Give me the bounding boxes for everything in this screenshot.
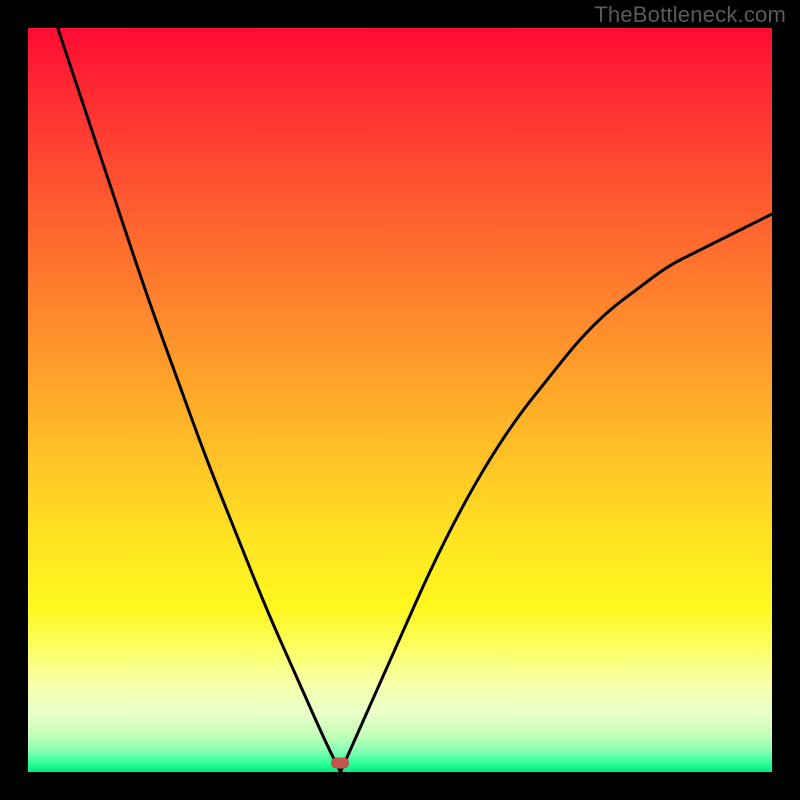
chart-frame: TheBottleneck.com (0, 0, 800, 800)
bottleneck-curve-left (58, 28, 341, 772)
curve-svg (28, 28, 772, 772)
plot-area (28, 28, 772, 772)
bottleneck-curve-right (340, 214, 772, 772)
watermark-text: TheBottleneck.com (594, 2, 786, 28)
optimum-marker (331, 758, 349, 769)
